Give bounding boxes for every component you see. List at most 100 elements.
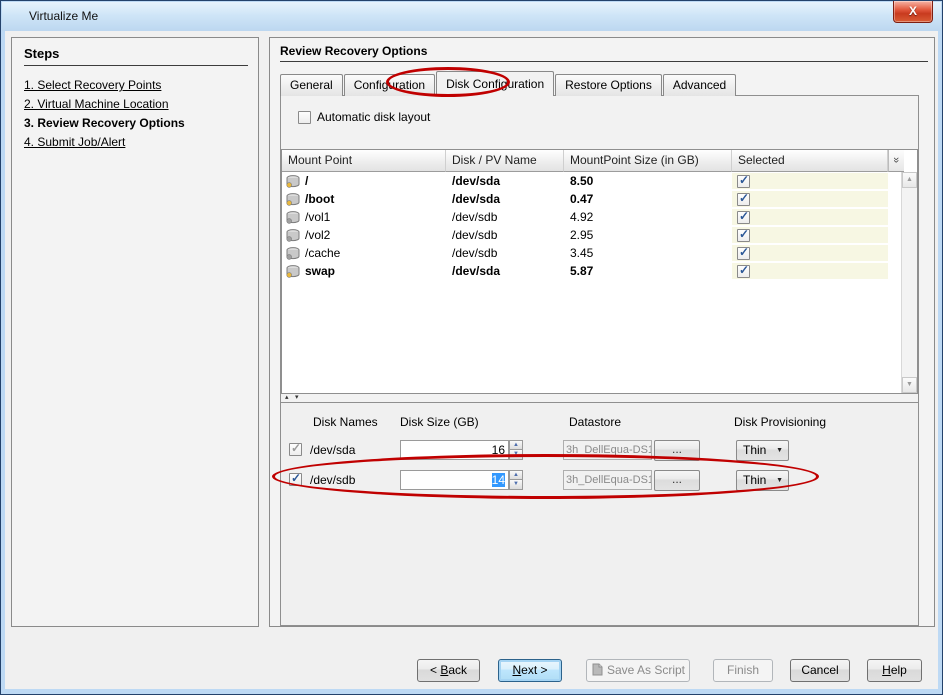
steps-panel: Steps 1. Select Recovery Points 2. Virtu… bbox=[11, 37, 259, 627]
tab-advanced[interactable]: Advanced bbox=[663, 74, 736, 96]
step-item-select-recovery-points[interactable]: 1. Select Recovery Points bbox=[24, 78, 161, 92]
check-icon: ✓ bbox=[291, 441, 301, 455]
disk-size-spinner: ▲ ▼ bbox=[509, 440, 523, 460]
provisioning-value: Thin bbox=[743, 443, 766, 457]
provisioning-value: Thin bbox=[743, 473, 766, 487]
close-button[interactable]: X bbox=[893, 1, 933, 23]
scroll-down-button[interactable]: ▼ bbox=[902, 377, 917, 393]
title-bar[interactable]: Virtualize Me bbox=[2, 2, 941, 31]
column-header-mount-point[interactable]: Mount Point bbox=[282, 150, 446, 172]
disk-size-spinner: ▲ ▼ bbox=[509, 470, 523, 490]
disk-provisioning-header: Disk Provisioning bbox=[734, 415, 826, 429]
script-icon bbox=[591, 662, 603, 682]
disk-icon bbox=[286, 265, 300, 278]
disk-enabled-checkbox[interactable]: ✓ bbox=[289, 443, 302, 456]
disk-configuration-tab-panel: ✓ Automatic disk layout Mount Point Disk… bbox=[280, 95, 919, 626]
spin-up-icon: ▲ bbox=[513, 442, 519, 448]
mount-point: swap bbox=[305, 264, 335, 278]
table-row[interactable]: / /dev/sda 8.50 ✓ bbox=[282, 172, 917, 190]
spinner-down-button[interactable]: ▼ bbox=[509, 480, 523, 490]
spinner-up-button[interactable]: ▲ bbox=[509, 440, 523, 450]
disk-pv-name: /dev/sda bbox=[446, 192, 564, 206]
row-selected-checkbox[interactable]: ✓ bbox=[737, 229, 750, 242]
disk-size-value: 16 bbox=[492, 443, 505, 457]
disk-enabled-checkbox[interactable]: ✓ bbox=[289, 473, 302, 486]
heading-divider bbox=[280, 61, 928, 62]
disk-provisioning-dropdown[interactable]: Thin ▼ bbox=[736, 440, 789, 461]
disk-names-header: Disk Names bbox=[313, 415, 378, 429]
row-selected-checkbox[interactable]: ✓ bbox=[737, 247, 750, 260]
spinner-up-button[interactable]: ▲ bbox=[509, 470, 523, 480]
disk-pv-name: /dev/sdb bbox=[446, 246, 564, 260]
mountpoint-size: 2.95 bbox=[564, 228, 732, 242]
disk-icon bbox=[286, 247, 300, 260]
table-row[interactable]: /cache /dev/sdb 3.45 ✓ bbox=[282, 244, 917, 262]
disk-size-header: Disk Size (GB) bbox=[400, 415, 479, 429]
automatic-disk-layout-checkbox[interactable]: ✓ bbox=[298, 111, 311, 124]
table-row[interactable]: /boot /dev/sda 0.47 ✓ bbox=[282, 190, 917, 208]
window-title: Virtualize Me bbox=[29, 9, 98, 23]
row-selected-checkbox[interactable]: ✓ bbox=[737, 265, 750, 278]
disk-pv-name: /dev/sda bbox=[446, 174, 564, 188]
datastore-browse-button[interactable]: ... bbox=[654, 440, 700, 461]
disk-size-input[interactable]: 14 bbox=[400, 470, 509, 490]
disk-icon bbox=[286, 193, 300, 206]
datastore-browse-button[interactable]: ... bbox=[654, 470, 700, 491]
disk-name-label: /dev/sda bbox=[310, 443, 355, 457]
double-chevron-icon: » bbox=[887, 157, 907, 163]
check-icon: ✓ bbox=[739, 173, 749, 187]
check-icon: ✓ bbox=[739, 191, 749, 205]
scroll-down-icon: ▼ bbox=[906, 381, 913, 388]
disk-size-input[interactable]: 16 bbox=[400, 440, 509, 460]
cancel-button[interactable]: Cancel bbox=[790, 659, 850, 682]
disk-pv-name: /dev/sda bbox=[446, 264, 564, 278]
back-button[interactable]: < Back bbox=[417, 659, 480, 682]
splitter-down-icon[interactable]: ▾ bbox=[295, 393, 299, 401]
step-item-virtual-machine-location[interactable]: 2. Virtual Machine Location bbox=[24, 97, 169, 111]
check-icon: ✓ bbox=[739, 209, 749, 223]
mountpoint-size: 0.47 bbox=[564, 192, 732, 206]
next-button[interactable]: Next > bbox=[498, 659, 562, 682]
finish-button[interactable]: Finish bbox=[713, 659, 773, 682]
mount-point-table: Mount Point Disk / PV Name MountPoint Si… bbox=[281, 149, 918, 394]
step-item-review-recovery-options: 3. Review Recovery Options bbox=[24, 116, 185, 130]
tab-configuration[interactable]: Configuration bbox=[344, 74, 435, 96]
column-header-disk-pv-name[interactable]: Disk / PV Name bbox=[446, 150, 564, 172]
row-selected-checkbox[interactable]: ✓ bbox=[737, 193, 750, 206]
step-item-submit-job-alert[interactable]: 4. Submit Job/Alert bbox=[24, 135, 125, 149]
table-row[interactable]: swap /dev/sda 5.87 ✓ bbox=[282, 262, 917, 280]
check-icon: ✓ bbox=[739, 227, 749, 241]
column-header-mountpoint-size[interactable]: MountPoint Size (in GB) bbox=[564, 150, 732, 172]
disk-icon bbox=[286, 175, 300, 188]
mount-point: / bbox=[305, 174, 308, 188]
row-selected-checkbox[interactable]: ✓ bbox=[737, 211, 750, 224]
mount-point: /vol1 bbox=[305, 210, 330, 224]
mountpoint-size: 5.87 bbox=[564, 264, 732, 278]
table-row[interactable]: /vol1 /dev/sdb 4.92 ✓ bbox=[282, 208, 917, 226]
page-title: Review Recovery Options bbox=[280, 44, 427, 58]
scroll-up-button[interactable]: ▲ bbox=[902, 172, 917, 188]
mount-point: /cache bbox=[305, 246, 340, 260]
tab-bar: General Configuration Disk Configuration… bbox=[280, 71, 737, 96]
spinner-down-button[interactable]: ▼ bbox=[509, 450, 523, 460]
dialog-window: Virtualize Me X Steps 1. Select Recovery… bbox=[0, 0, 943, 695]
tab-general[interactable]: General bbox=[280, 74, 343, 96]
dropdown-arrow-icon: ▼ bbox=[776, 441, 783, 460]
spin-up-icon: ▲ bbox=[513, 472, 519, 478]
table-row[interactable]: /vol2 /dev/sdb 2.95 ✓ bbox=[282, 226, 917, 244]
tab-disk-configuration[interactable]: Disk Configuration bbox=[436, 71, 554, 96]
vertical-scrollbar[interactable]: ▲ ▼ bbox=[901, 172, 917, 393]
steps-heading: Steps bbox=[24, 46, 59, 61]
column-chooser-button[interactable]: » bbox=[888, 150, 904, 172]
splitter-up-icon[interactable]: ▴ bbox=[285, 393, 289, 401]
dropdown-arrow-icon: ▼ bbox=[776, 471, 783, 490]
tab-restore-options[interactable]: Restore Options bbox=[555, 74, 662, 96]
spin-down-icon: ▼ bbox=[513, 451, 519, 457]
help-button[interactable]: Help bbox=[867, 659, 922, 682]
save-as-script-button[interactable]: Save As Script bbox=[586, 659, 690, 682]
column-header-selected[interactable]: Selected bbox=[732, 150, 888, 172]
spin-down-icon: ▼ bbox=[513, 481, 519, 487]
row-selected-checkbox[interactable]: ✓ bbox=[737, 175, 750, 188]
disk-settings-form: Disk Names Disk Size (GB) Datastore Disk… bbox=[281, 402, 918, 625]
disk-provisioning-dropdown[interactable]: Thin ▼ bbox=[736, 470, 789, 491]
